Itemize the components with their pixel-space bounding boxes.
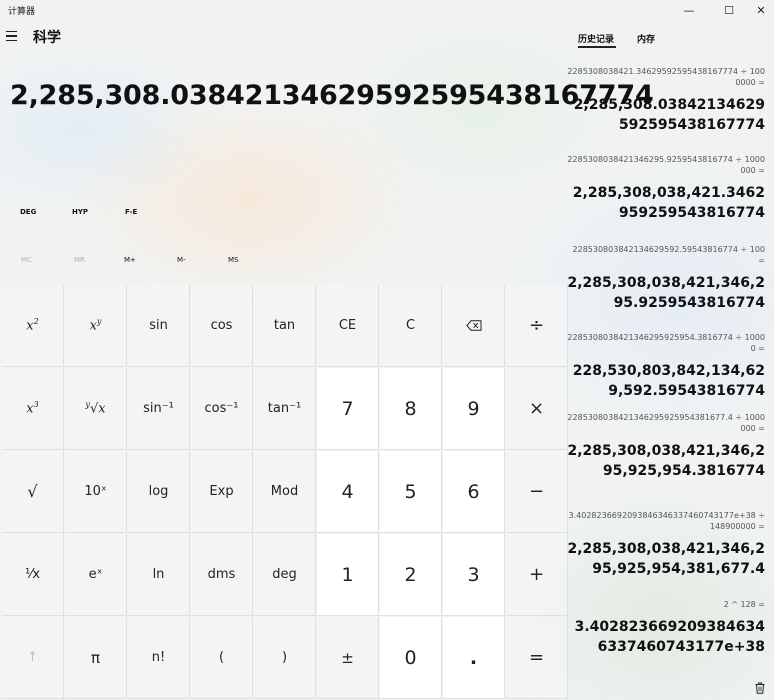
- log-button[interactable]: log: [128, 451, 190, 533]
- memory-subtract-button[interactable]: M-: [177, 256, 186, 264]
- square-button[interactable]: x2: [2, 285, 64, 367]
- history-expression: 2285308038421346295925954.3816774 ÷ 1000…: [567, 333, 765, 353]
- digit-4-button[interactable]: 4: [317, 451, 379, 533]
- hyp-button[interactable]: HYP: [72, 208, 88, 216]
- memory-store-button[interactable]: MS: [228, 256, 238, 264]
- exp-button[interactable]: Exp: [191, 451, 253, 533]
- history-expression: 2285308038421346295925954381677.4 ÷ 1000…: [567, 413, 765, 433]
- power-button[interactable]: xy: [65, 285, 127, 367]
- history-result: 228,530,803,842,134,629,592.59543816774: [572, 363, 765, 399]
- history-item[interactable]: 2 ^ 128 = 3.4028236692093846346337460743…: [565, 599, 765, 657]
- mode-title: 科学: [33, 30, 61, 46]
- history-item[interactable]: 2285308038421346295.9259543816774 ÷ 1000…: [565, 154, 765, 223]
- deg-button[interactable]: DEG: [20, 208, 36, 216]
- pi-button[interactable]: π: [65, 617, 127, 699]
- e-power-button[interactable]: eˣ: [65, 534, 127, 616]
- clear-button[interactable]: C: [380, 285, 442, 367]
- hamburger-menu-icon[interactable]: [6, 28, 22, 44]
- active-tab-indicator: [578, 46, 616, 48]
- add-button[interactable]: +: [506, 534, 568, 616]
- factorial-button[interactable]: n!: [128, 617, 190, 699]
- title-bar: 计算器 — ☐ ✕: [0, 0, 774, 20]
- reciprocal-button[interactable]: ¹⁄x: [2, 534, 64, 616]
- history-item[interactable]: 2285308038421.34629592595438167774 ÷ 100…: [565, 66, 765, 135]
- result-display: 2,285,308.03842134629592595438167774: [10, 80, 654, 111]
- divide-button[interactable]: ÷: [506, 285, 568, 367]
- close-button[interactable]: ✕: [744, 0, 774, 20]
- shift-button[interactable]: ↑: [2, 617, 64, 699]
- digit-6-button[interactable]: 6: [443, 451, 505, 533]
- tan-button[interactable]: tan: [254, 285, 316, 367]
- history-expression: 3.4028236692093846346337460743177e+38 ÷ …: [568, 511, 765, 531]
- app-title: 计算器: [8, 7, 36, 17]
- history-expression: 2285308038421.34629592595438167774 ÷ 100…: [567, 67, 765, 87]
- digit-9-button[interactable]: 9: [443, 368, 505, 450]
- history-item[interactable]: 2285308038421346295925954.3816774 ÷ 1000…: [565, 332, 765, 401]
- minimize-button[interactable]: —: [672, 0, 706, 20]
- memory-clear-button[interactable]: MC: [21, 256, 32, 264]
- history-expression: 228530803842134629592.59543816774 ÷ 100 …: [572, 245, 765, 265]
- history-result: 2,285,308.03842134629592595438167774: [573, 97, 765, 133]
- open-paren-button[interactable]: (: [191, 617, 253, 699]
- trash-icon[interactable]: [755, 682, 765, 694]
- multiply-button[interactable]: ×: [506, 368, 568, 450]
- digit-5-button[interactable]: 5: [380, 451, 442, 533]
- ln-button[interactable]: ln: [128, 534, 190, 616]
- backspace-button[interactable]: [443, 285, 505, 367]
- fe-button[interactable]: F-E: [125, 208, 137, 216]
- history-result: 2,285,308,038,421,346,295,925,954,381,67…: [567, 541, 765, 577]
- ten-power-button[interactable]: 10ˣ: [65, 451, 127, 533]
- digit-7-button[interactable]: 7: [317, 368, 379, 450]
- keypad: x2 xy sin cos tan CE C ÷ x3 y√x sin⁻¹ co…: [2, 285, 568, 700]
- arctan-button[interactable]: tan⁻¹: [254, 368, 316, 450]
- history-expression: 2285308038421346295.9259543816774 ÷ 1000…: [567, 155, 765, 175]
- digit-3-button[interactable]: 3: [443, 534, 505, 616]
- arcsin-button[interactable]: sin⁻¹: [128, 368, 190, 450]
- history-item[interactable]: 228530803842134629592.59543816774 ÷ 100 …: [565, 244, 765, 313]
- history-result: 2,285,308,038,421.3462959259543816774: [572, 185, 765, 221]
- history-expression: 2 ^ 128 =: [723, 600, 765, 609]
- decimal-button[interactable]: .: [443, 617, 505, 699]
- degrees-button[interactable]: deg: [254, 534, 316, 616]
- digit-8-button[interactable]: 8: [380, 368, 442, 450]
- clear-entry-button[interactable]: CE: [317, 285, 379, 367]
- tab-history[interactable]: 历史记录: [578, 32, 614, 45]
- history-item[interactable]: 2285308038421346295925954381677.4 ÷ 1000…: [565, 412, 765, 481]
- history-result: 3.4028236692093846346337460743177e+38: [574, 619, 765, 655]
- backspace-icon: [465, 320, 481, 331]
- memory-add-button[interactable]: M+: [124, 256, 136, 264]
- cos-button[interactable]: cos: [191, 285, 253, 367]
- subtract-button[interactable]: −: [506, 451, 568, 533]
- digit-2-button[interactable]: 2: [380, 534, 442, 616]
- sin-button[interactable]: sin: [128, 285, 190, 367]
- history-result: 2,285,308,038,421,346,295,925,954.381677…: [567, 443, 765, 479]
- dms-button[interactable]: dms: [191, 534, 253, 616]
- digit-1-button[interactable]: 1: [317, 534, 379, 616]
- close-paren-button[interactable]: ): [254, 617, 316, 699]
- square-root-button[interactable]: √: [2, 451, 64, 533]
- digit-0-button[interactable]: 0: [380, 617, 442, 699]
- mod-button[interactable]: Mod: [254, 451, 316, 533]
- history-item[interactable]: 3.4028236692093846346337460743177e+38 ÷ …: [565, 510, 765, 579]
- equals-button[interactable]: =: [506, 617, 568, 699]
- tab-memory[interactable]: 内存: [637, 32, 655, 45]
- root-y-button[interactable]: y√x: [65, 368, 127, 450]
- history-result: 2,285,308,038,421,346,295.9259543816774: [567, 275, 765, 311]
- memory-recall-button[interactable]: MR: [74, 256, 85, 264]
- negate-button[interactable]: ±: [317, 617, 379, 699]
- cube-button[interactable]: x3: [2, 368, 64, 450]
- arccos-button[interactable]: cos⁻¹: [191, 368, 253, 450]
- maximize-button[interactable]: ☐: [712, 0, 746, 20]
